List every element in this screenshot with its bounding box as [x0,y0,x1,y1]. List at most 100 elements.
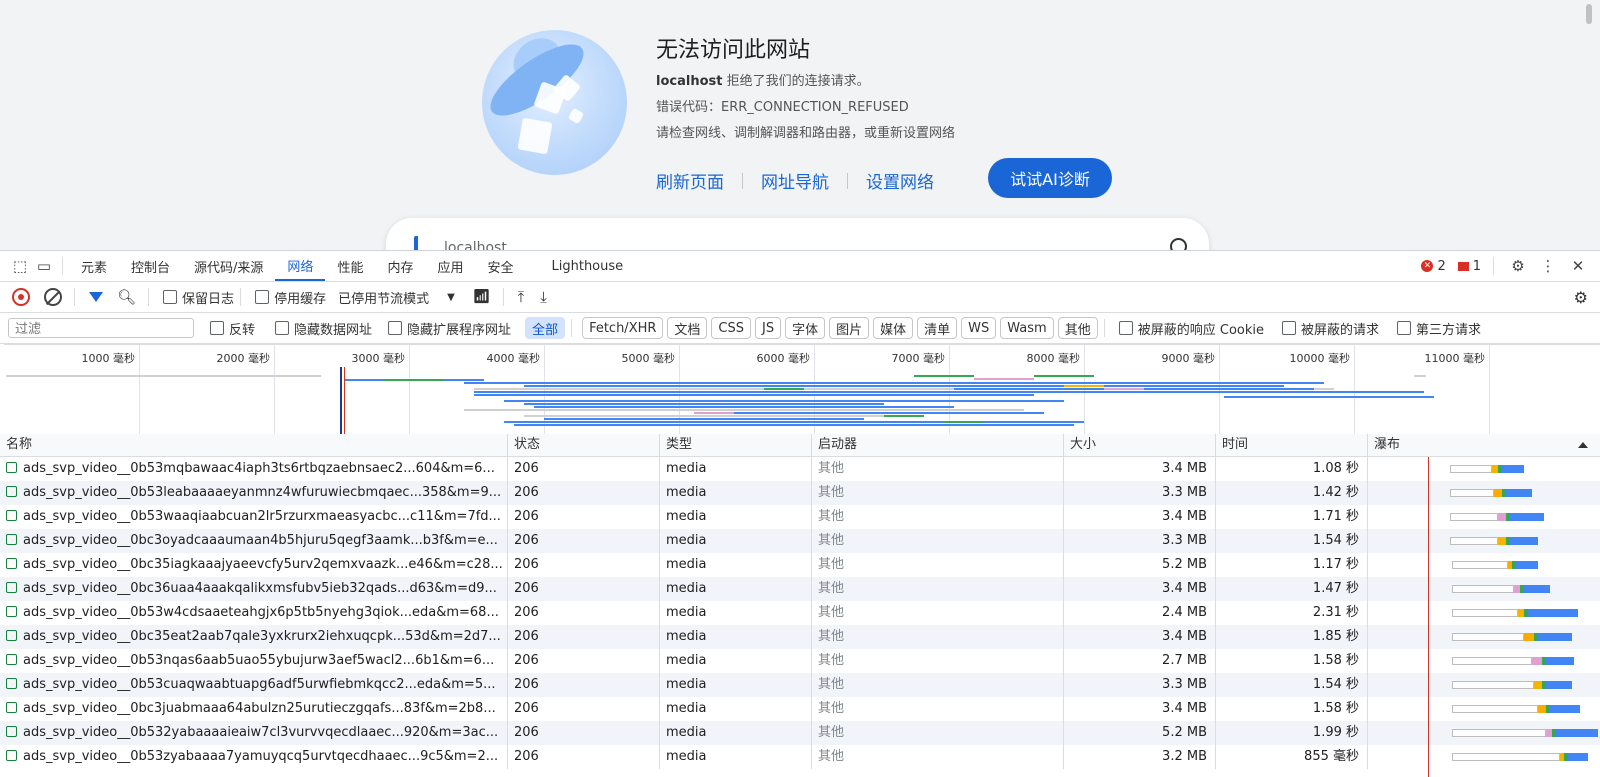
link-divider [847,172,848,189]
network-settings-link[interactable]: 设置网络 [866,168,934,193]
search-icon[interactable] [1170,238,1187,250]
invert-checkbox[interactable]: 反转 [210,313,255,343]
table-row[interactable]: ads_svp_video__0b53cuaqwaabtuapg6adf5urw… [0,673,1600,697]
tab-sources[interactable]: 源代码/来源 [182,251,275,281]
network-overview-timeline[interactable]: 1000 毫秒 2000 毫秒 3000 毫秒 4000 毫秒 5000 毫秒 6000 … [4,344,1600,435]
cell-type: media [660,553,812,577]
ai-diagnose-button[interactable]: 试试AI诊断 [988,158,1112,198]
cell-type: media [660,673,812,697]
table-row[interactable]: ads_svp_video__0bc35iagkaaajyaeevcfy5urv… [0,553,1600,577]
table-row[interactable]: ads_svp_video__0b53nqas6aab5uao55ybujurw… [0,649,1600,673]
column-name[interactable]: 名称 [0,434,508,456]
table-row[interactable]: ads_svp_video__0b53mqbawaac4iaph3ts6rtbq… [0,457,1600,481]
device-toolbar-icon[interactable]: ▭ [32,254,56,278]
media-file-icon [6,678,17,689]
hide-data-urls-checkbox[interactable]: 隐藏数据网址 [275,313,372,343]
request-name: ads_svp_video__0b53cuaqwaabtuapg6adf5urw… [23,677,496,692]
error-counter[interactable]: ✕ 2 [1421,259,1446,274]
type-filter-doc[interactable]: 文档 [667,317,708,339]
import-har-icon[interactable]: ⤒ [518,282,525,312]
media-file-icon [6,510,17,521]
third-party-label: 第三方请求 [1416,322,1482,338]
page-scrollbar[interactable] [1586,4,1592,24]
column-time[interactable]: 时间 [1216,434,1368,456]
type-filter-js[interactable]: JS [755,317,782,339]
inspect-element-icon[interactable]: ⬚ [8,254,32,278]
tab-lighthouse[interactable]: Lighthouse [540,251,636,281]
type-filter-fetch-xhr[interactable]: Fetch/XHR [582,317,664,339]
request-name: ads_svp_video__0bc36uaa4aaakqalikxmsfubv… [23,581,497,596]
waterfall-download-bar [1510,537,1538,545]
filter-icon [89,292,103,302]
tab-network[interactable]: 网络 [275,251,326,281]
tab-application[interactable]: 应用 [425,251,475,281]
request-name: ads_svp_video__0b53leabaaaaeyanmnz4wfuru… [23,485,502,500]
type-filter-img[interactable]: 图片 [829,317,870,339]
type-filter-ws[interactable]: WS [961,317,997,339]
blocked-requests-checkbox[interactable]: 被屏蔽的请求 [1282,313,1379,343]
disable-cache-checkbox[interactable]: 停用缓存 [255,282,326,312]
table-row[interactable]: ads_svp_video__0b532yabaaaaieaiw7cl3vurv… [0,721,1600,745]
table-row[interactable]: ads_svp_video__0b53zyabaaaa7yamuyqcq5urv… [0,745,1600,769]
cell-status: 206 [508,721,660,745]
record-button[interactable] [12,282,30,312]
overview-request-bar [944,421,984,423]
table-row[interactable]: ads_svp_video__0b53leabaaaaeyanmnz4wfuru… [0,481,1600,505]
network-settings-gear-icon[interactable]: ⚙ [1574,282,1588,312]
column-waterfall[interactable]: 瀑布 [1368,434,1600,456]
table-row[interactable]: ads_svp_video__0bc36uaa4aaakqalikxmsfubv… [0,577,1600,601]
search-icon[interactable]: 🔍︎ [117,282,136,312]
export-har-icon[interactable]: ⤓ [540,282,547,312]
close-icon[interactable]: ✕ [1566,254,1590,278]
issue-counter[interactable]: 1 [1457,259,1481,274]
cell-status: 206 [508,601,660,625]
cell-size: 3.4 MB [1064,625,1216,649]
nav-link[interactable]: 网址导航 [761,168,829,193]
cell-time: 1.08 秒 [1216,457,1368,481]
type-filter-wasm[interactable]: Wasm [1000,317,1054,339]
table-row[interactable]: ads_svp_video__0bc3oyadcaaaumaan4b5hjuru… [0,529,1600,553]
filter-toggle-button[interactable] [89,282,103,312]
tab-performance[interactable]: 性能 [325,251,375,281]
overview-gridline [274,345,275,434]
settings-gear-icon[interactable]: ⚙ [1506,254,1530,278]
hide-extension-urls-checkbox[interactable]: 隐藏扩展程序网址 [388,313,511,343]
type-filter-other[interactable]: 其他 [1057,317,1098,339]
blocked-cookies-checkbox[interactable]: 被屏蔽的响应 Cookie [1118,313,1264,343]
error-title: 无法访问此网站 [656,38,811,63]
column-size[interactable]: 大小 [1064,434,1216,456]
overview-tick-label: 4000 毫秒 [486,352,541,365]
column-type[interactable]: 类型 [660,434,812,456]
more-options-icon[interactable]: ⋮ [1536,254,1560,278]
type-filter-all[interactable]: 全部 [525,317,566,339]
cell-size: 3.3 MB [1064,529,1216,553]
cell-name: ads_svp_video__0bc3oyadcaaaumaan4b5hjuru… [0,529,508,553]
third-party-checkbox[interactable]: 第三方请求 [1397,313,1481,343]
cell-time: 1.58 秒 [1216,697,1368,721]
overview-tick-label: 7000 毫秒 [891,352,946,365]
tab-console[interactable]: 控制台 [119,251,182,281]
network-conditions-icon[interactable]: 📶︎ [473,282,491,312]
type-filter-manifest[interactable]: 清单 [917,317,958,339]
clear-button[interactable] [44,282,62,312]
dom-content-loaded-marker [340,367,342,434]
type-filter-css[interactable]: CSS [711,317,752,339]
type-filter-media[interactable]: 媒体 [873,317,914,339]
search-box[interactable]: localhost [386,218,1209,250]
type-filter-font[interactable]: 字体 [785,317,826,339]
filter-input[interactable] [8,318,194,338]
column-initiator[interactable]: 启动器 [812,434,1064,456]
reload-link[interactable]: 刷新页面 [656,168,724,193]
preserve-log-checkbox[interactable]: 保留日志 [163,282,234,312]
cell-status: 206 [508,457,660,481]
tab-elements[interactable]: 元素 [69,251,119,281]
table-row[interactable]: ads_svp_video__0b53w4cdsaaeteahgjx6p5tb5… [0,601,1600,625]
table-row[interactable]: ads_svp_video__0bc3juabmaaa64abulzn25uru… [0,697,1600,721]
table-row[interactable]: ads_svp_video__0bc35eat2aab7qale3yxkrurx… [0,625,1600,649]
overview-request-bar [1034,375,1094,377]
table-row[interactable]: ads_svp_video__0b53waaqiaabcuan2lr5rzurx… [0,505,1600,529]
tab-security[interactable]: 安全 [475,251,525,281]
throttling-select[interactable]: 已停用节流模式 ▼ [338,282,455,312]
tab-memory[interactable]: 内存 [375,251,425,281]
column-status[interactable]: 状态 [508,434,660,456]
